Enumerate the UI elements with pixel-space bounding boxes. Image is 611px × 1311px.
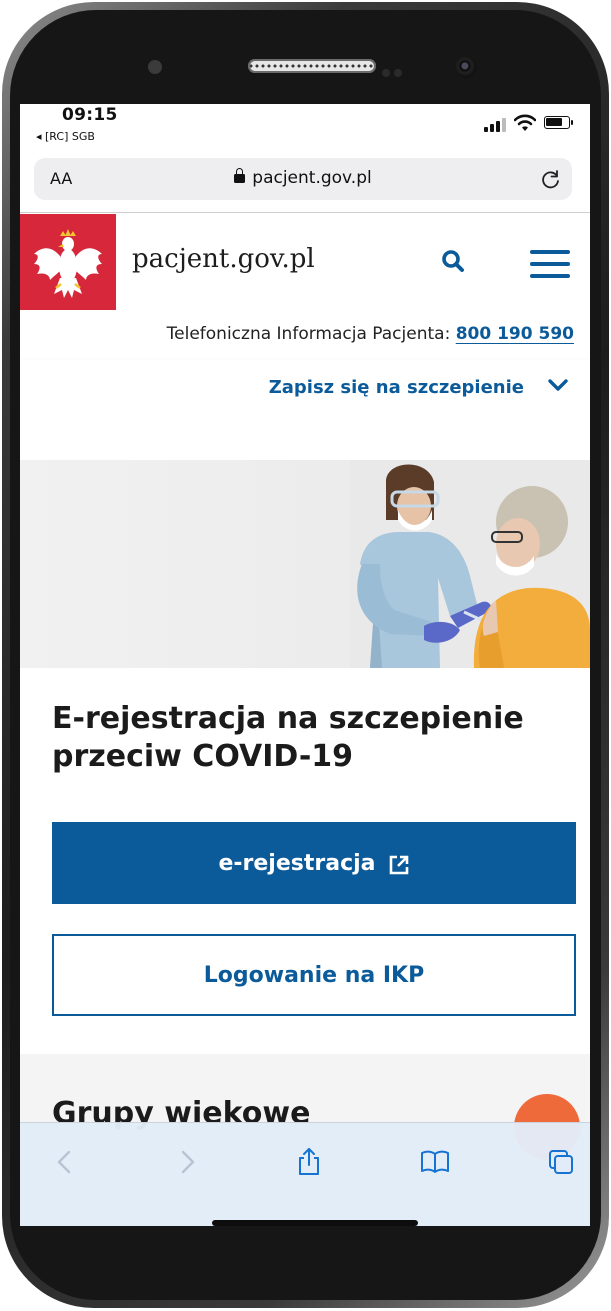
spacer <box>20 418 590 460</box>
proximity-sensor <box>148 60 162 74</box>
signal-icon <box>484 118 506 132</box>
hamburger-menu-icon[interactable] <box>530 250 572 282</box>
battery-icon <box>544 116 573 129</box>
back-to-app-link[interactable]: ◂ [RC] SGB <box>36 130 95 143</box>
status-bar: 09:15 ◂ [RC] SGB <box>20 104 590 152</box>
phone-info-label: Telefoniczna Informacja Pacjenta: <box>166 324 456 344</box>
site-title[interactable]: pacjent.gov.pl <box>132 244 315 274</box>
bookmarks-icon[interactable] <box>420 1147 450 1177</box>
browser-address-area: AA pacjent.gov.pl <box>20 152 590 214</box>
url-text: pacjent.gov.pl <box>252 168 372 188</box>
lock-icon <box>234 168 246 183</box>
vaccination-signup-label: Zapisz się na szczepienie <box>268 377 524 398</box>
vaccination-signup-dropdown[interactable]: Zapisz się na szczepienie <box>20 360 590 418</box>
share-icon[interactable] <box>294 1147 324 1177</box>
external-link-icon <box>389 855 408 875</box>
browser-toolbar <box>20 1122 590 1226</box>
phone-number-link[interactable]: 800 190 590 <box>456 324 574 344</box>
reload-icon[interactable] <box>540 168 562 190</box>
ikp-login-button[interactable]: Logowanie na IKP <box>52 934 576 1016</box>
front-camera <box>455 56 477 78</box>
e-registration-label: e-rejestracja <box>218 850 376 876</box>
tabs-icon[interactable] <box>546 1147 576 1177</box>
address-divider <box>20 212 590 213</box>
status-time: 09:15 <box>62 105 118 125</box>
address-bar[interactable]: AA pacjent.gov.pl <box>34 158 572 200</box>
chevron-down-icon <box>548 379 568 391</box>
phone-info-text: Telefoniczna Informacja Pacjenta: 800 19… <box>167 324 574 344</box>
search-icon[interactable] <box>440 248 466 274</box>
earpiece-speaker <box>248 59 376 73</box>
forward-icon[interactable] <box>172 1147 202 1177</box>
home-indicator <box>212 1220 418 1226</box>
back-icon[interactable] <box>50 1147 80 1177</box>
site-header: pacjent.gov.pl <box>20 214 590 311</box>
phone-info-bar: Telefoniczna Informacja Pacjenta: 800 19… <box>20 310 590 361</box>
ikp-login-label: Logowanie na IKP <box>203 962 425 988</box>
phone-screen: 09:15 ◂ [RC] SGB AA pacjent.gov.pl pacje… <box>20 104 590 1226</box>
page-headline: E-rejestracja na szczepienie przeciw COV… <box>52 701 524 774</box>
emblem-logo[interactable] <box>20 214 116 310</box>
url-display[interactable]: pacjent.gov.pl <box>34 168 572 188</box>
e-registration-button[interactable]: e-rejestracja <box>52 822 576 904</box>
sensor-dots <box>382 62 408 77</box>
wifi-icon <box>514 114 536 131</box>
eagle-icon <box>34 229 102 298</box>
hero-vaccination-image <box>20 460 590 668</box>
